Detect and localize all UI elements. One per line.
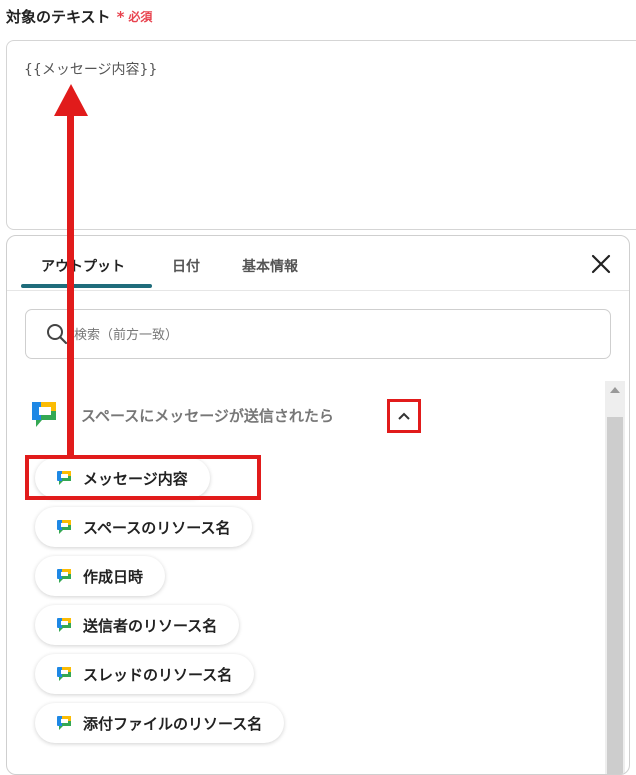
output-item-attachment-resource-name[interactable]: 添付ファイルのリソース名 [35, 703, 285, 743]
search-box [25, 309, 611, 359]
tab-date[interactable]: 日付 [172, 256, 200, 276]
output-picker-panel: アウトプット 日付 基本情報 スペースにメッセージが送信されたら [6, 235, 630, 775]
search-icon [47, 324, 68, 345]
search-input[interactable] [72, 324, 576, 346]
google-chat-icon [57, 520, 71, 534]
output-item-space-resource-name[interactable]: スペースのリソース名 [35, 507, 253, 547]
google-chat-icon [57, 667, 71, 681]
collapse-button[interactable] [387, 399, 421, 433]
chip-label: 添付ファイルのリソース名 [83, 714, 263, 733]
required-star: * [116, 7, 125, 26]
required-text: 必須 [128, 10, 153, 24]
tab-bar: アウトプット 日付 基本情報 [7, 236, 629, 291]
google-chat-icon [57, 716, 71, 730]
close-button[interactable] [589, 252, 613, 276]
output-item-message-content[interactable]: メッセージ内容 [35, 458, 210, 498]
group-header[interactable]: スペースにメッセージが送信されたら [29, 399, 429, 433]
scroll-thumb[interactable] [607, 417, 623, 774]
field-label-text: 対象のテキスト [6, 8, 111, 26]
active-tab-indicator [21, 284, 152, 288]
group-title: スペースにメッセージが送信されたら [81, 407, 334, 425]
tab-basic-info[interactable]: 基本情報 [242, 256, 298, 276]
chip-label: スペースのリソース名 [83, 518, 231, 537]
field-label: 対象のテキスト * 必須 [6, 6, 152, 27]
output-item-created-at[interactable]: 作成日時 [35, 556, 166, 596]
tab-output[interactable]: アウトプット [41, 256, 125, 276]
output-item-sender-resource-name[interactable]: 送信者のリソース名 [35, 605, 240, 645]
chip-label: 送信者のリソース名 [83, 616, 218, 635]
output-item-thread-resource-name[interactable]: スレッドのリソース名 [35, 654, 255, 694]
chevron-up-icon [398, 412, 410, 420]
annotation-arrow-line [67, 112, 74, 456]
annotation-arrow-head [54, 84, 88, 116]
google-chat-icon [32, 402, 56, 427]
textarea-value: {{メッセージ内容}} [24, 62, 158, 78]
scroll-up-arrow[interactable] [610, 387, 620, 393]
scrollbar[interactable] [605, 381, 625, 774]
target-text-textarea[interactable]: {{メッセージ内容}} [6, 40, 636, 230]
google-chat-icon [57, 618, 71, 632]
google-chat-icon [57, 569, 71, 583]
chip-label: 作成日時 [83, 567, 144, 586]
google-chat-icon [57, 471, 71, 485]
chip-label: メッセージ内容 [83, 469, 188, 488]
chip-label: スレッドのリソース名 [83, 665, 233, 684]
close-icon [591, 254, 611, 274]
